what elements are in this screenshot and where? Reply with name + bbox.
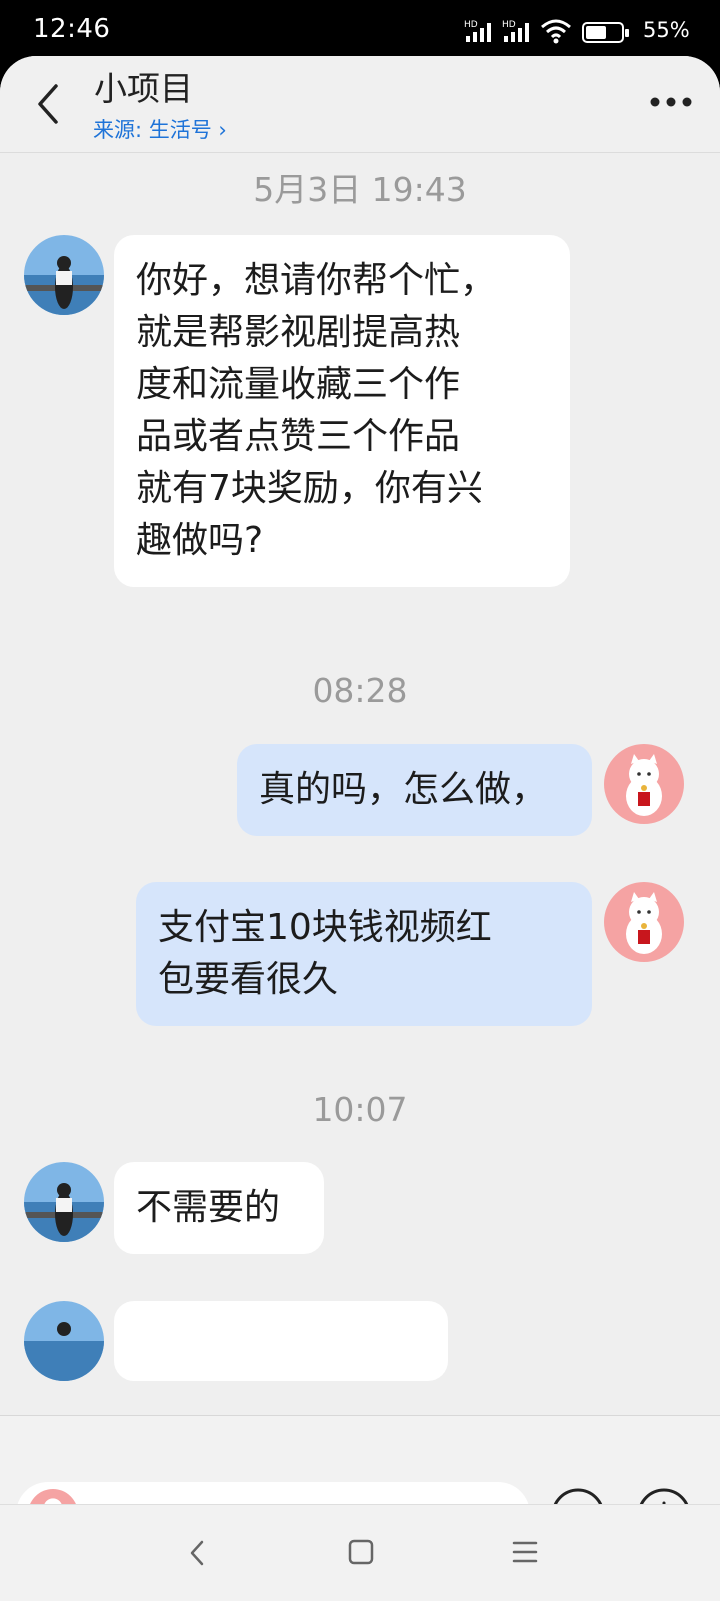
contact-avatar[interactable] <box>24 1301 104 1381</box>
message-line: 就有7块奖励，你有兴 <box>136 468 483 509</box>
message-line: 就是帮影视剧提高热 <box>136 312 461 353</box>
contact-avatar[interactable] <box>24 1162 104 1242</box>
user-avatar[interactable] <box>604 744 684 824</box>
signal-label: HD <box>502 20 516 30</box>
signal-icon: HD <box>502 20 529 42</box>
contact-avatar[interactable] <box>24 235 104 315</box>
timestamp: 08:28 <box>312 671 408 710</box>
chat-header: 小项目 来源: 生活号 › <box>0 56 720 153</box>
nav-menu-icon[interactable] <box>512 1539 538 1565</box>
message-line: 趣做吗? <box>136 520 264 561</box>
message-line: 你好，想请你帮个忙， <box>136 260 497 301</box>
outgoing-message[interactable]: 真的吗，怎么做， <box>237 744 592 836</box>
battery-icon <box>582 22 629 43</box>
signal-icon: HD <box>464 20 491 42</box>
more-dots-icon[interactable] <box>650 92 692 112</box>
timestamp: 5月3日 19:43 <box>253 170 467 209</box>
status-bar: 12:46 HD HD 55% <box>0 0 720 60</box>
timestamp: 10:07 <box>312 1090 408 1129</box>
message-list[interactable]: 5月3日 19:43 你好，想请你帮个忙， 就是帮影视剧提高热 度和流量收藏三个… <box>0 153 720 1415</box>
source-link[interactable]: 来源: 生活号 › <box>93 114 227 144</box>
incoming-message[interactable] <box>114 1301 448 1381</box>
chat-screen: 小项目 来源: 生活号 › 5月3日 19:43 你好，想请你帮个忙， 就是帮影… <box>0 56 720 1600</box>
user-avatar[interactable] <box>604 882 684 962</box>
wifi-icon <box>541 19 571 44</box>
signal-label: HD <box>464 20 478 30</box>
incoming-message[interactable]: 不需要的 <box>114 1162 324 1254</box>
message-line: 品或者点赞三个作品 <box>136 416 461 457</box>
system-nav-bar <box>0 1504 720 1601</box>
message-line: 真的吗，怎么做， <box>259 769 548 810</box>
message-line: 度和流量收藏三个作 <box>136 364 461 405</box>
chevron-left-icon[interactable] <box>30 80 70 128</box>
message-line: 支付宝10块钱视频红 <box>158 907 492 948</box>
chat-title: 小项目 <box>94 69 193 108</box>
incoming-message[interactable]: 你好，想请你帮个忙， 就是帮影视剧提高热 度和流量收藏三个作 品或者点赞三个作品… <box>114 235 570 587</box>
battery-percent: 55% <box>643 18 690 42</box>
nav-home-icon[interactable] <box>348 1539 374 1565</box>
status-time: 12:46 <box>33 14 111 44</box>
outgoing-message[interactable]: 支付宝10块钱视频红 包要看很久 <box>136 882 592 1026</box>
message-line: 包要看很久 <box>158 959 339 1000</box>
nav-back-icon[interactable] <box>186 1538 208 1568</box>
message-line: 不需要的 <box>136 1187 281 1228</box>
